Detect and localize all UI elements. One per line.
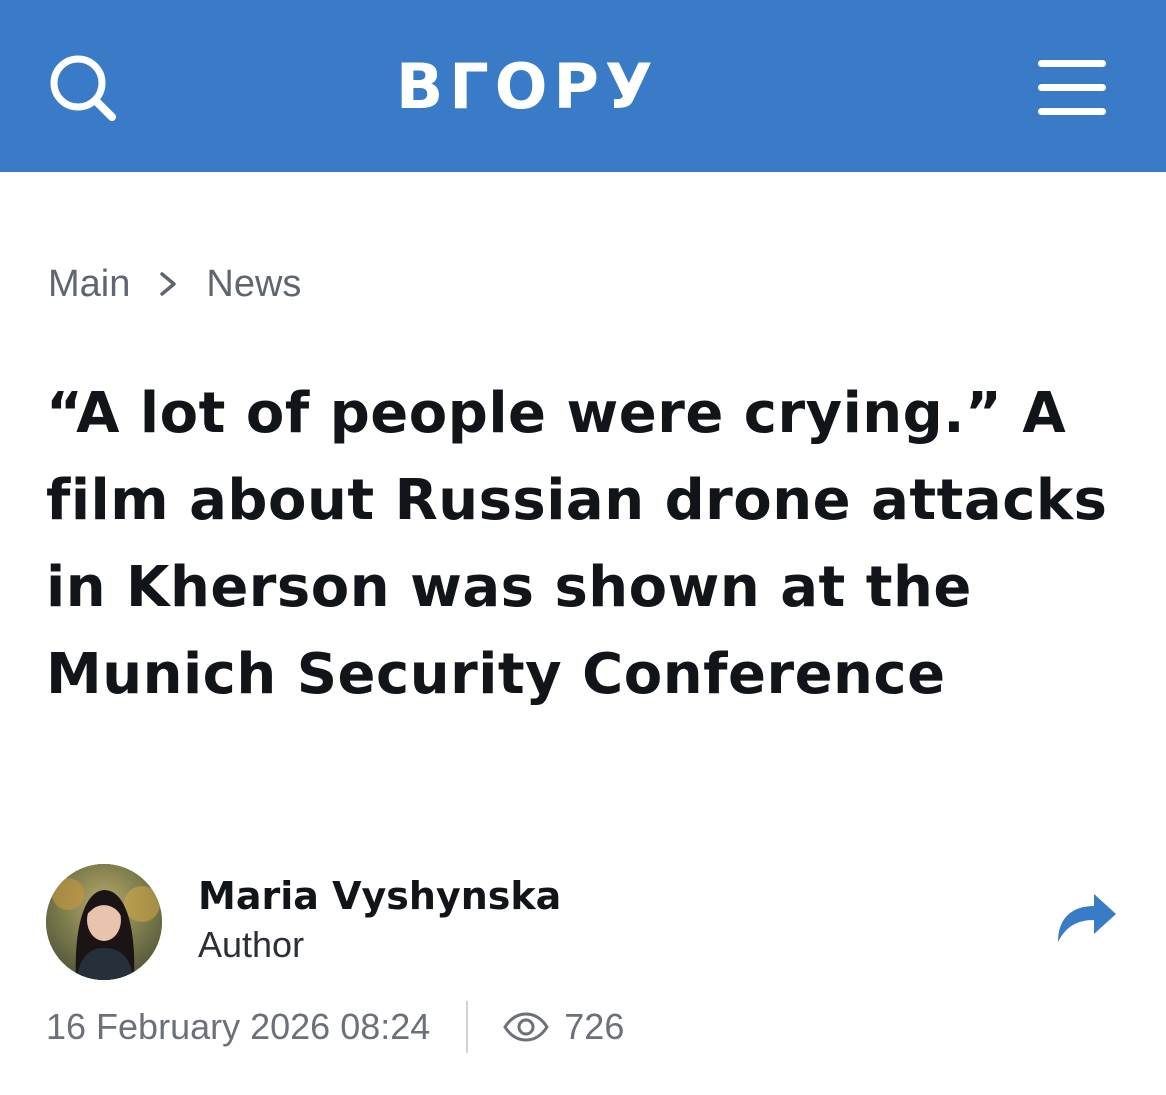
meta-divider — [466, 1001, 469, 1053]
site-header: ВГОРУ — [0, 0, 1166, 172]
author-avatar-photo — [46, 864, 162, 980]
share-arrow-icon — [1058, 894, 1116, 942]
author-avatar[interactable] — [46, 864, 162, 980]
share-button[interactable] — [1050, 884, 1120, 948]
breadcrumb-main[interactable]: Main — [48, 263, 130, 306]
view-count: 726 — [564, 1006, 625, 1047]
eye-icon — [503, 1012, 550, 1042]
author-block: Maria Vyshynska Author — [46, 864, 1120, 982]
search-icon — [50, 55, 116, 121]
publish-date: 16 February 2026 08:24 — [46, 1006, 431, 1047]
hamburger-menu-icon — [1038, 60, 1106, 115]
breadcrumb-news[interactable]: News — [206, 263, 301, 306]
author-role: Author — [198, 924, 305, 965]
article-meta: 16 February 2026 08:24 726 — [46, 1000, 624, 1054]
author-name[interactable]: Maria Vyshynska — [198, 872, 561, 920]
chevron-right-icon — [160, 272, 177, 296]
breadcrumb: Main News — [48, 258, 301, 310]
search-button[interactable] — [44, 48, 124, 128]
article-title: “A lot of people were crying.” A film ab… — [46, 381, 1108, 707]
menu-button[interactable] — [1030, 54, 1114, 122]
site-logo[interactable]: ВГОРУ — [396, 55, 746, 119]
